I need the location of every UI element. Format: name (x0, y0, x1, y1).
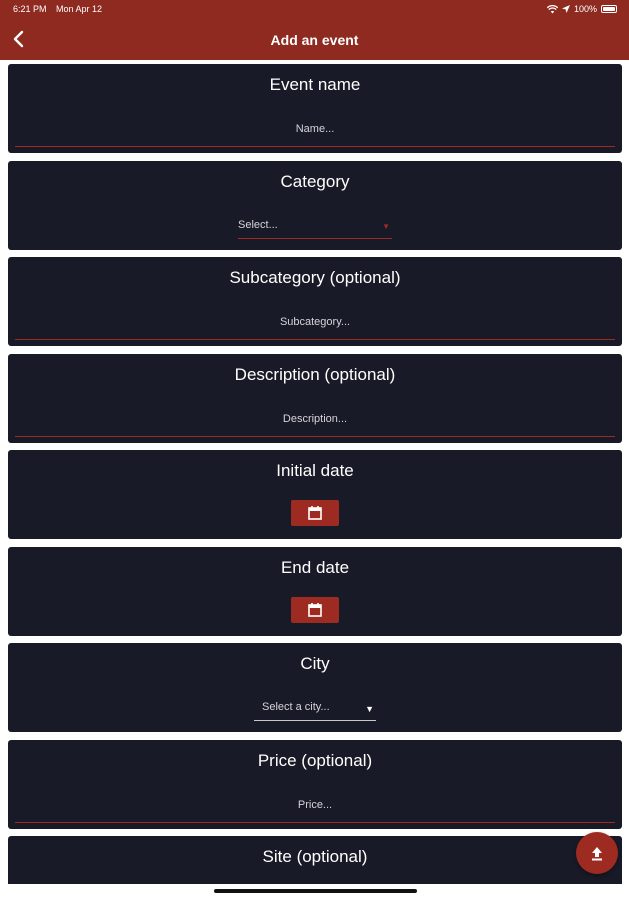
city-label: City (300, 654, 330, 673)
price-input[interactable]: Price... (15, 798, 615, 823)
home-indicator (214, 889, 417, 893)
description-label: Description (optional) (234, 364, 396, 384)
status-bar: 6:21 PM Mon Apr 12 100% (0, 0, 629, 20)
status-time: 6:21 PM (13, 4, 47, 14)
price-card: Price (optional) Price... (8, 739, 622, 829)
category-label: Category (280, 171, 350, 191)
description-card: Description (optional) Description... (8, 353, 622, 443)
battery-percent: 100% (573, 4, 597, 14)
calendar-icon (308, 506, 322, 520)
end-date-button[interactable] (291, 596, 339, 623)
category-select[interactable]: Select... ▼ (238, 219, 392, 239)
event-name-label: Event name (269, 75, 361, 94)
status-indicators: 100% (546, 4, 617, 14)
category-select-value: Select... (238, 218, 278, 231)
chevron-down-icon: ▼ (365, 704, 374, 714)
calendar-icon (308, 602, 322, 617)
end-date-label: End date (280, 557, 350, 577)
upload-button[interactable] (576, 832, 618, 874)
price-label: Price (optional) (257, 750, 373, 770)
location-arrow-icon (561, 5, 570, 13)
event-name-card: Event name Name... (8, 64, 622, 153)
subcategory-label: Subcategory (optional) (229, 268, 401, 287)
status-date: Mon Apr 12 (56, 4, 103, 14)
battery-icon (601, 5, 617, 13)
initial-date-label: Initial date (276, 461, 354, 480)
wifi-icon (546, 4, 558, 13)
description-input[interactable]: Description... (15, 412, 615, 437)
page-title: Add an event (270, 32, 359, 48)
initial-date-button[interactable] (291, 500, 339, 526)
subcategory-input[interactable]: Subcategory... (15, 315, 615, 340)
upload-icon (592, 847, 602, 861)
subcategory-card: Subcategory (optional) Subcategory... (8, 257, 622, 346)
initial-date-card: Initial date (8, 450, 622, 539)
chevron-down-icon: ▼ (382, 221, 390, 231)
city-select-value: Select a city... (262, 701, 330, 713)
event-form: Event name Name... Category Select... ▼ … (8, 64, 622, 892)
event-name-input[interactable]: Name... (15, 122, 615, 147)
app-bar: Add an event (0, 20, 629, 60)
end-date-card: End date (8, 546, 622, 636)
site-card: Site (optional) (8, 836, 622, 884)
category-card: Category Select... ▼ (8, 160, 622, 250)
city-select[interactable]: Select a city... ▼ (254, 701, 376, 721)
city-card: City Select a city... ▼ (8, 643, 622, 732)
site-label: Site (optional) (262, 847, 368, 866)
